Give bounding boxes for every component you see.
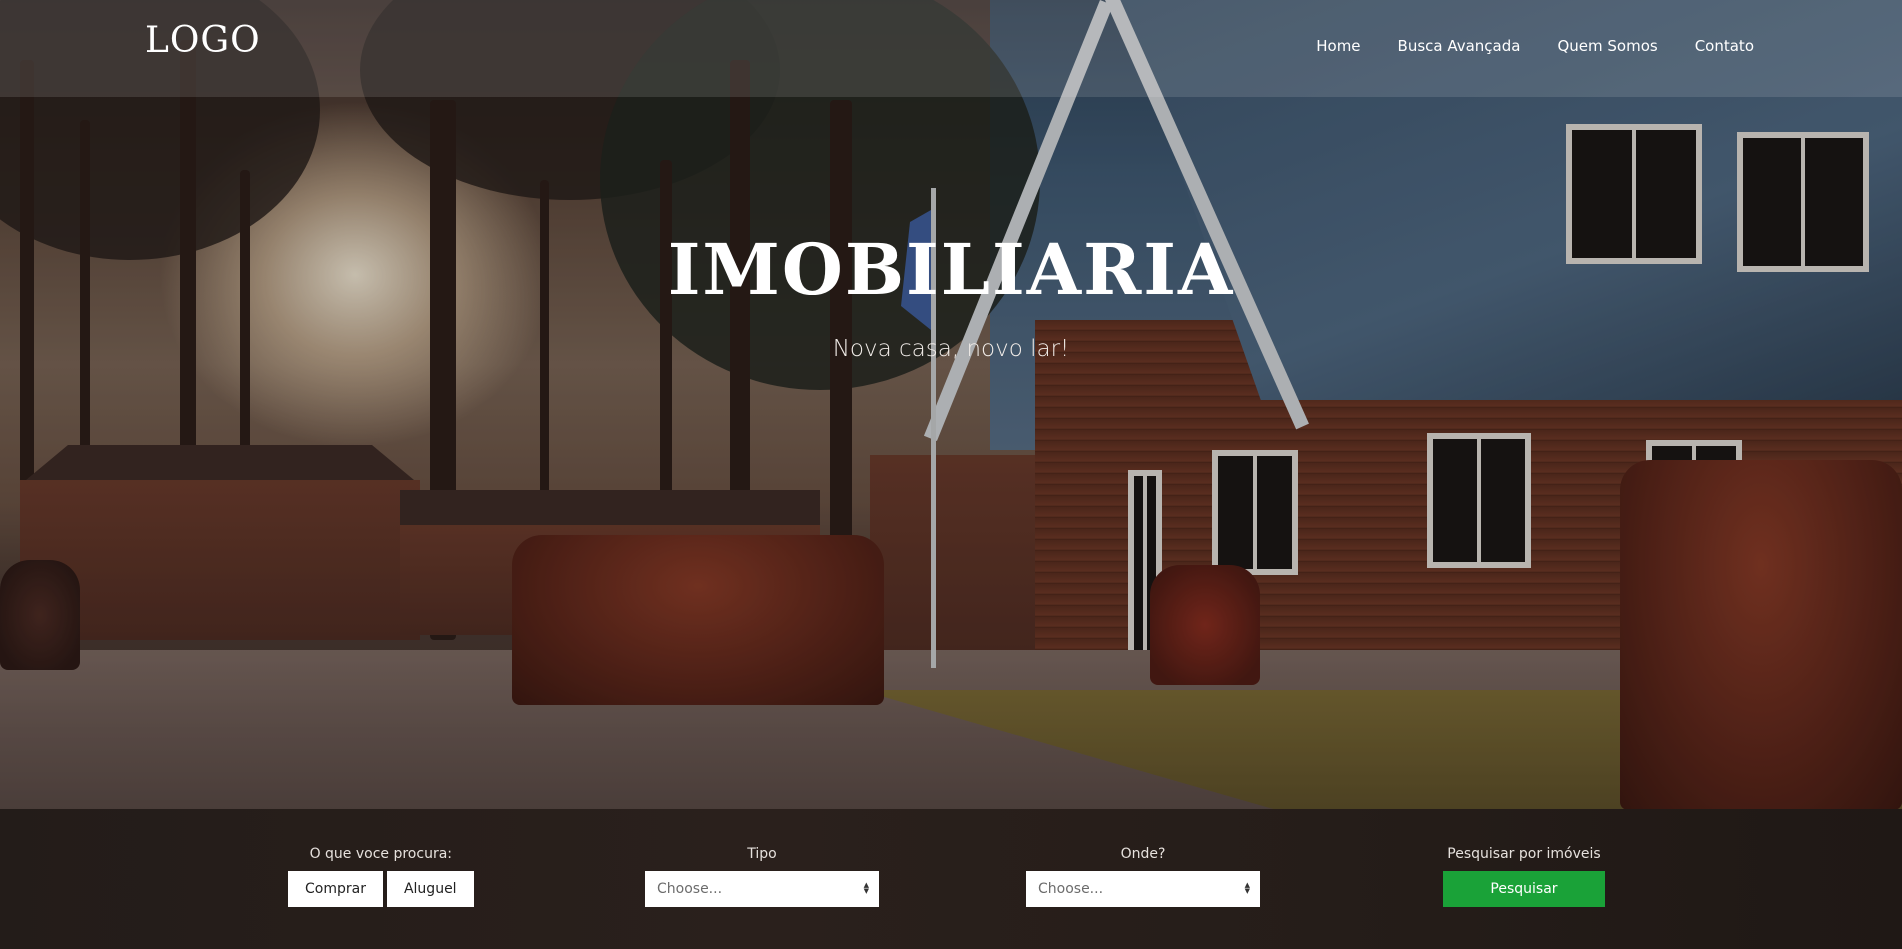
search-type-group: Tipo Choose... ▲ ▼ [645,846,879,907]
hero-subtitle: Nova casa, novo lar! [832,336,1070,362]
search-submit-label: Pesquisar por imóveis [1447,846,1601,862]
search-what-label: O que voce procura: [309,846,452,862]
select-arrows-icon: ▲ ▼ [1244,881,1250,895]
nav-link-quem-somos[interactable]: Quem Somos [1557,37,1657,55]
search-where-group: Onde? Choose... ▲ ▼ [1026,846,1260,907]
where-select-value: Choose... [1038,881,1104,897]
hero-background-image [0,0,1902,810]
select-arrows-icon: ▲ ▼ [863,881,869,895]
search-what-group: O que voce procura: Comprar Aluguel [288,846,474,907]
search-type-label: Tipo [747,846,777,862]
where-select[interactable]: Choose... ▲ ▼ [1026,871,1260,907]
nav-link-home[interactable]: Home [1316,37,1360,55]
search-bar: O que voce procura: Comprar Aluguel Tipo … [0,809,1902,949]
nav-menu: Home Busca Avançada Quem Somos Contato [1316,37,1754,55]
hero-title: IMOBILIARIA [667,228,1235,311]
search-submit-group: Pesquisar por imóveis Pesquisar [1443,846,1605,907]
aluguel-button[interactable]: Aluguel [386,871,474,907]
navbar: LOGO Home Busca Avançada Quem Somos Cont… [0,0,1902,97]
type-select-value: Choose... [657,881,723,897]
hero-overlay [0,0,1902,810]
search-where-label: Onde? [1120,846,1166,862]
comprar-button[interactable]: Comprar [288,871,383,907]
nav-link-busca-avancada[interactable]: Busca Avançada [1398,37,1521,55]
nav-link-contato[interactable]: Contato [1695,37,1754,55]
pesquisar-button[interactable]: Pesquisar [1443,871,1605,907]
logo[interactable]: LOGO [145,20,261,61]
type-select[interactable]: Choose... ▲ ▼ [645,871,879,907]
